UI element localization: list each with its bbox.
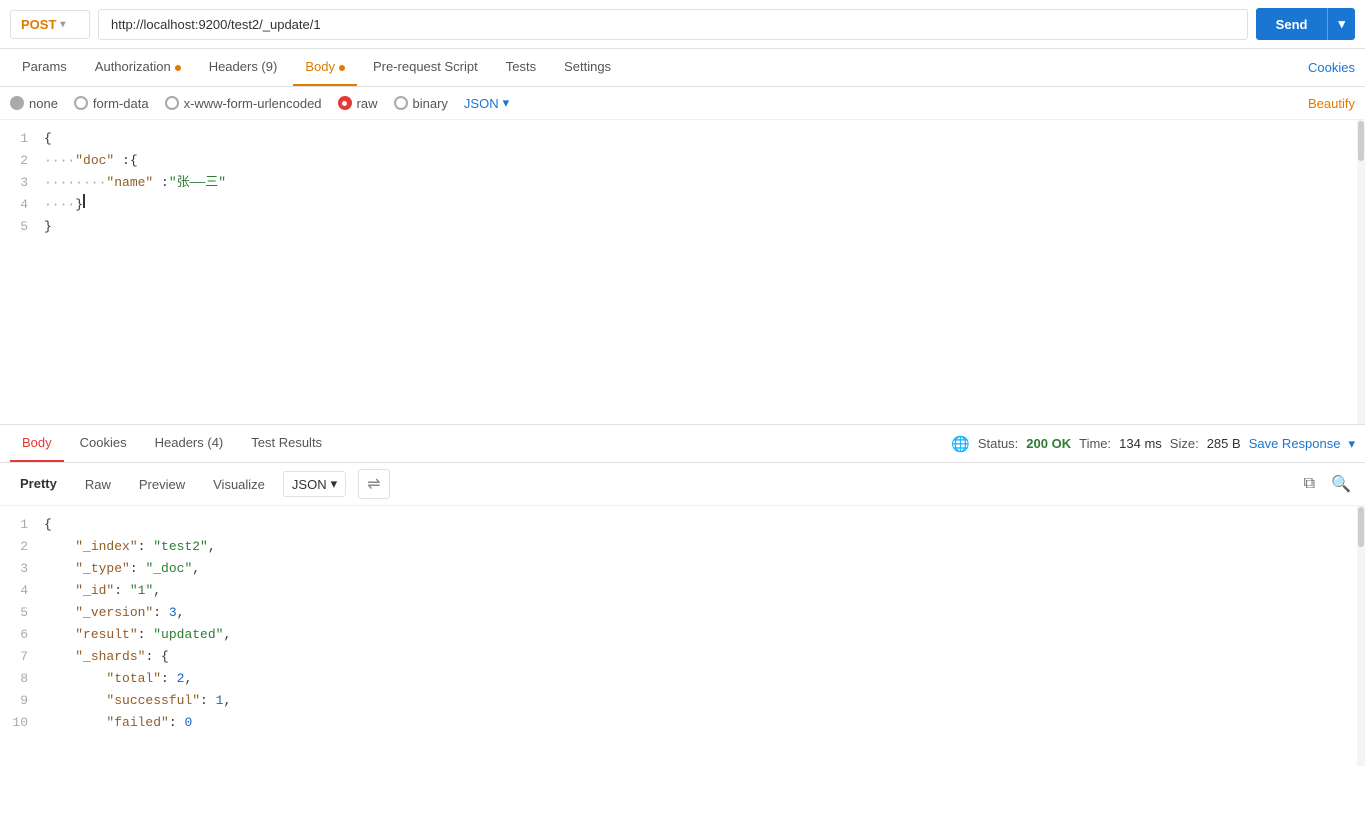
tab-params[interactable]: Params xyxy=(10,49,79,86)
response-scrollbar-thumb[interactable] xyxy=(1358,507,1364,547)
radio-form-data-circle xyxy=(74,96,88,110)
radio-none[interactable]: none xyxy=(10,96,58,111)
size-value: 285 B xyxy=(1207,436,1241,451)
code-line-3: ········"name" :"张——三" xyxy=(44,172,1349,194)
response-tab-body[interactable]: Body xyxy=(10,425,64,462)
code-line-4: ····} xyxy=(44,194,1349,216)
copy-response-icon[interactable]: ⧉ xyxy=(1300,471,1319,497)
response-json-select[interactable]: JSON ▾ xyxy=(283,471,346,497)
resp-line-10: "failed": 0 xyxy=(44,712,1349,734)
globe-icon: 🌐 xyxy=(951,435,970,453)
method-label: POST xyxy=(21,17,56,32)
response-json-chevron-icon: ▾ xyxy=(331,476,338,492)
request-tabs: Params Authorization Headers (9) Body Pr… xyxy=(0,49,1365,87)
response-tabs: Body Cookies Headers (4) Test Results 🌐 … xyxy=(0,425,1365,463)
radio-none-circle xyxy=(10,96,24,110)
tab-body[interactable]: Body xyxy=(293,49,357,86)
method-chevron-icon: ▾ xyxy=(60,19,65,30)
tab-authorization[interactable]: Authorization xyxy=(83,49,193,86)
response-action-icons: ⧉ 🔍 xyxy=(1300,470,1355,498)
radio-raw-circle xyxy=(338,96,352,110)
resp-line-9: "successful": 1, xyxy=(44,690,1349,712)
status-code: 200 OK xyxy=(1026,436,1071,451)
radio-binary[interactable]: binary xyxy=(394,96,448,111)
response-format-row: Pretty Raw Preview Visualize JSON ▾ ⇌ ⧉ … xyxy=(0,463,1365,506)
search-response-icon[interactable]: 🔍 xyxy=(1327,470,1355,498)
format-tab-visualize[interactable]: Visualize xyxy=(203,472,275,497)
save-response-button[interactable]: Save Response xyxy=(1249,436,1341,451)
size-label: Size: xyxy=(1170,436,1199,451)
method-selector[interactable]: POST ▾ xyxy=(10,10,90,39)
code-line-5: } xyxy=(44,216,1349,238)
send-label: Send xyxy=(1256,9,1328,40)
tab-pre-request[interactable]: Pre-request Script xyxy=(361,49,490,86)
json-type-select[interactable]: JSON ▾ xyxy=(464,95,509,111)
tab-headers[interactable]: Headers (9) xyxy=(197,49,290,86)
time-label: Time: xyxy=(1079,436,1111,451)
resp-line-8: "total": 2, xyxy=(44,668,1349,690)
request-line-numbers: 1 2 3 4 5 xyxy=(0,120,36,424)
request-code-content[interactable]: { ····"doc" :{ ········"name" :"张——三" ··… xyxy=(36,120,1357,424)
status-label: Status: xyxy=(978,436,1018,451)
body-type-row: none form-data x-www-form-urlencoded raw… xyxy=(0,87,1365,120)
url-input[interactable] xyxy=(98,9,1248,40)
response-scrollbar[interactable] xyxy=(1357,506,1365,766)
json-chevron-icon: ▾ xyxy=(503,95,510,111)
resp-line-6: "result": "updated", xyxy=(44,624,1349,646)
resp-line-2: "_index": "test2", xyxy=(44,536,1349,558)
code-line-2: ····"doc" :{ xyxy=(44,150,1349,172)
body-dot xyxy=(339,65,345,71)
time-value: 134 ms xyxy=(1119,436,1162,451)
send-button[interactable]: Send ▾ xyxy=(1256,8,1355,40)
response-tab-headers[interactable]: Headers (4) xyxy=(143,425,236,462)
tabs-right: Cookies xyxy=(1308,60,1355,75)
save-response-chevron[interactable]: ▾ xyxy=(1348,436,1355,452)
radio-form-data[interactable]: form-data xyxy=(74,96,149,111)
radio-raw[interactable]: raw xyxy=(338,96,378,111)
request-scrollbar-thumb[interactable] xyxy=(1358,121,1364,161)
response-code-content[interactable]: { "_index": "test2", "_type": "_doc", "_… xyxy=(36,506,1357,766)
response-line-numbers: 1 2 3 4 5 6 7 8 9 10 xyxy=(0,506,36,766)
response-tab-cookies[interactable]: Cookies xyxy=(68,425,139,462)
response-tab-test-results[interactable]: Test Results xyxy=(239,425,334,462)
response-area: 1 2 3 4 5 6 7 8 9 10 { "_index": "test2"… xyxy=(0,506,1365,766)
radio-urlencoded[interactable]: x-www-form-urlencoded xyxy=(165,96,322,111)
resp-line-4: "_id": "1", xyxy=(44,580,1349,602)
resp-line-7: "_shards": { xyxy=(44,646,1349,668)
resp-line-3: "_type": "_doc", xyxy=(44,558,1349,580)
authorization-dot xyxy=(175,65,181,71)
tab-settings[interactable]: Settings xyxy=(552,49,623,86)
format-tab-preview[interactable]: Preview xyxy=(129,472,195,497)
format-tab-pretty[interactable]: Pretty xyxy=(10,471,67,498)
radio-binary-circle xyxy=(394,96,408,110)
request-scrollbar[interactable] xyxy=(1357,120,1365,424)
radio-urlencoded-circle xyxy=(165,96,179,110)
code-line-1: { xyxy=(44,128,1349,150)
cookies-link[interactable]: Cookies xyxy=(1308,50,1355,85)
wrap-icon[interactable]: ⇌ xyxy=(358,469,389,499)
url-bar: POST ▾ Send ▾ xyxy=(0,0,1365,49)
tab-tests[interactable]: Tests xyxy=(494,49,548,86)
response-meta: 🌐 Status: 200 OK Time: 134 ms Size: 285 … xyxy=(951,435,1355,453)
format-tab-raw[interactable]: Raw xyxy=(75,472,121,497)
send-chevron-icon[interactable]: ▾ xyxy=(1327,8,1355,40)
request-editor: 1 2 3 4 5 { ····"doc" :{ ········"name" … xyxy=(0,120,1365,425)
beautify-button[interactable]: Beautify xyxy=(1308,96,1355,111)
resp-line-1: { xyxy=(44,514,1349,536)
resp-line-5: "_version": 3, xyxy=(44,602,1349,624)
